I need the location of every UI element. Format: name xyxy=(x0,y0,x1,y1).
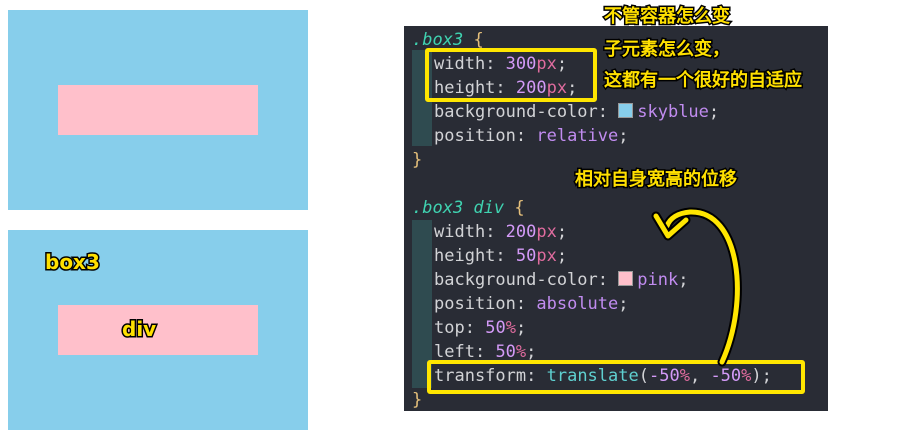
size-highlight-box xyxy=(425,48,597,102)
code-line-9: width: 200px; xyxy=(434,222,568,242)
child-div-after xyxy=(58,305,258,355)
code-line-12: position: absolute; xyxy=(434,294,629,314)
annotation-note-1: 不管容器怎么变 xyxy=(603,5,732,29)
code-line-16: } xyxy=(412,390,423,410)
annotation-note-3: 这都有一个很好的自适应 xyxy=(603,69,804,93)
code-line-10: height: 50px; xyxy=(434,246,568,266)
annotation-arrow-note: 相对自身宽高的位移 xyxy=(574,168,739,192)
code-line-6: } xyxy=(412,150,423,170)
box3-label: box3 xyxy=(44,249,102,276)
box3-demo-before xyxy=(8,10,308,210)
code-line-13: top: 50%; xyxy=(434,318,527,338)
curved-arrow-icon xyxy=(651,207,742,367)
code-line-5: position: relative; xyxy=(434,126,629,146)
skyblue-swatch-icon xyxy=(618,103,634,118)
code-line-4: background-color: skyblue; xyxy=(434,102,720,122)
child-div-before xyxy=(58,85,258,135)
code-line-8: .box3 div { xyxy=(412,198,525,218)
pink-swatch-icon xyxy=(618,271,634,286)
div-label: div xyxy=(120,316,157,343)
annotation-note-2: 子元素怎么变， xyxy=(603,38,732,62)
